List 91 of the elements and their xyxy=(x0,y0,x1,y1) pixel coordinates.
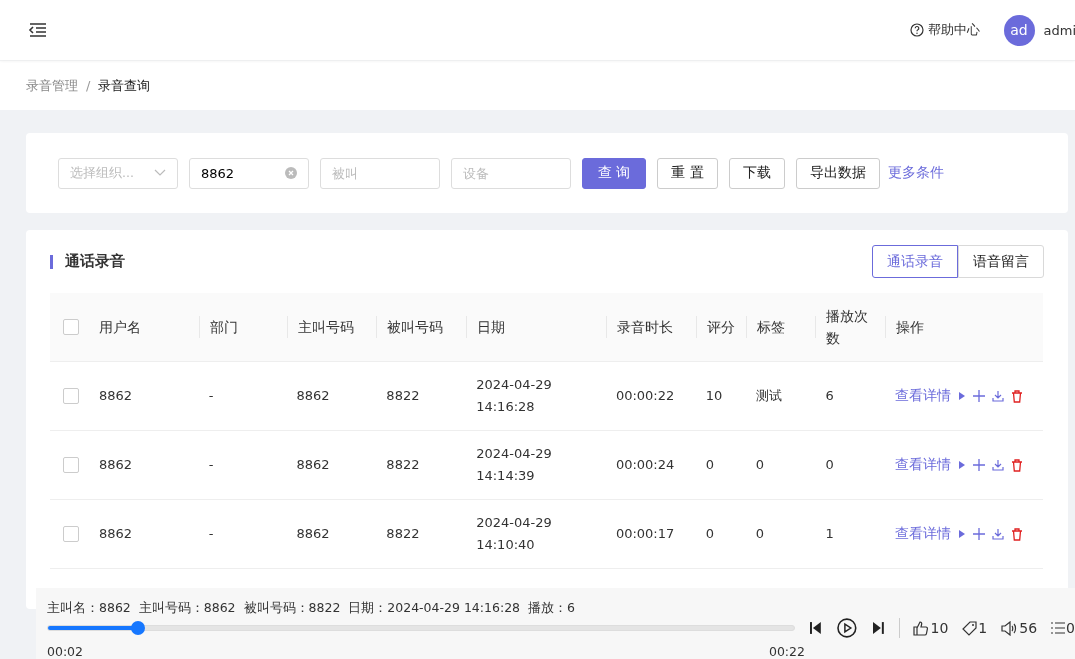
action-button[interactable]: 导出数据 xyxy=(795,157,880,189)
download-icon[interactable] xyxy=(992,390,1005,402)
volume-level[interactable]: 56 xyxy=(1001,620,1038,636)
table-cell-text: 0 xyxy=(705,525,714,543)
table-cell-text: 2024-04-29 14:16:28 xyxy=(476,376,552,416)
breadcrumb-item: 录音查询 xyxy=(98,76,151,95)
column-header: 日期 xyxy=(477,318,506,337)
table-cell-text: 0 xyxy=(825,456,834,474)
breadcrumb-item[interactable]: 录音管理 xyxy=(26,76,78,95)
callee-field[interactable]: 被叫 xyxy=(320,157,440,189)
menu-fold-icon[interactable] xyxy=(28,22,48,38)
column-header: 部门 xyxy=(209,318,238,337)
table-cell-text: 2024-04-29 14:10:40 xyxy=(476,514,552,554)
table-cell-text: - xyxy=(208,387,214,405)
device-field[interactable]: 设备 xyxy=(451,157,571,189)
help-icon xyxy=(909,23,924,37)
help-center-link[interactable]: 帮助中心 xyxy=(909,21,980,39)
select-all-checkbox[interactable] xyxy=(63,319,80,335)
table-cell-text: - xyxy=(208,525,214,543)
column-header: 主叫号码 xyxy=(297,318,354,337)
table-cell-text: 00:00:17 xyxy=(615,525,675,543)
skip-back-icon[interactable] xyxy=(809,621,823,635)
skip-forward-icon[interactable] xyxy=(870,621,885,635)
table-cell-text: 0 xyxy=(705,456,714,474)
row-checkbox[interactable] xyxy=(63,526,80,542)
table-cell-text: 8822 xyxy=(386,456,420,474)
thumbs-up-icon xyxy=(913,620,930,636)
trash-icon[interactable] xyxy=(1011,458,1024,472)
table-cell-text: 8862 xyxy=(98,525,132,543)
column-header: 操作 xyxy=(896,318,925,337)
column-header: 播放次数 xyxy=(826,307,870,348)
total-time: 00:22 xyxy=(768,644,805,659)
trash-icon[interactable] xyxy=(1011,527,1024,541)
action-button[interactable]: 重 置 xyxy=(657,157,718,189)
table-cell-text: 8822 xyxy=(386,525,420,543)
column-header: 用户名 xyxy=(98,318,141,337)
playlist-count[interactable]: 0 xyxy=(1051,620,1075,636)
table-cell-text: 1 xyxy=(825,525,834,543)
table-cell-text: 6 xyxy=(825,387,834,405)
download-icon[interactable] xyxy=(992,459,1005,471)
current-time: 00:02 xyxy=(47,644,84,659)
column-header: 评分 xyxy=(706,318,735,337)
table-cell-text: 00:00:22 xyxy=(615,387,675,405)
view-details-link[interactable]: 查看详情 xyxy=(895,456,952,474)
row-checkbox[interactable] xyxy=(63,388,80,404)
table-cell-text: 8822 xyxy=(386,387,420,405)
column-header: 录音时长 xyxy=(616,318,673,337)
plus-icon[interactable] xyxy=(973,459,986,471)
table-cell-text: 00:00:24 xyxy=(615,456,675,474)
more-filters-link[interactable]: 更多条件 xyxy=(887,164,944,182)
play-icon[interactable] xyxy=(958,391,967,401)
column-header: 标签 xyxy=(756,318,785,337)
row-checkbox[interactable] xyxy=(63,457,80,473)
table-cell-text: 测试 xyxy=(755,387,782,405)
table-cell-text: 2024-04-29 14:14:39 xyxy=(476,445,552,485)
likes-count[interactable]: 10 xyxy=(913,620,949,636)
user-avatar[interactable]: ad xyxy=(1003,14,1035,46)
recording-info: 主叫名：8862 主叫号码：8862 被叫号码：8822 日期：2024-04-29 14:16:28 播放：6 xyxy=(47,600,576,617)
tag-icon xyxy=(962,620,978,636)
table-cell-text: 8862 xyxy=(98,456,132,474)
view-details-link[interactable]: 查看详情 xyxy=(895,387,952,405)
view-details-link[interactable]: 查看详情 xyxy=(895,525,952,543)
column-header: 被叫号码 xyxy=(387,318,444,337)
table-cell-text: 8862 xyxy=(296,525,330,543)
panel-title: 通话录音 xyxy=(65,252,125,271)
list-icon xyxy=(1051,622,1066,634)
progress-thumb[interactable] xyxy=(130,621,145,635)
action-button[interactable]: 下载 xyxy=(728,157,785,189)
trash-icon[interactable] xyxy=(1011,389,1024,403)
table-cell-text: 8862 xyxy=(98,387,132,405)
view-tab[interactable]: 语音留言 xyxy=(958,245,1044,278)
table-cell-text: 0 xyxy=(755,456,764,474)
play-icon[interactable] xyxy=(958,529,967,539)
play-circle-icon[interactable] xyxy=(836,618,857,638)
table-cell-text: 10 xyxy=(705,387,723,405)
play-icon[interactable] xyxy=(958,460,967,470)
chevron-down-icon xyxy=(154,169,166,177)
search-button[interactable]: 查 询 xyxy=(582,157,647,189)
table-cell-text: 8862 xyxy=(296,387,330,405)
tags-count[interactable]: 1 xyxy=(962,620,988,636)
user-name[interactable]: admi xyxy=(1043,22,1075,38)
volume-icon xyxy=(1001,620,1019,636)
breadcrumb-separator: / xyxy=(86,78,91,93)
plus-icon[interactable] xyxy=(973,390,986,402)
view-tab[interactable]: 通话录音 xyxy=(872,245,958,278)
plus-icon[interactable] xyxy=(973,528,986,540)
table-cell-text: 0 xyxy=(755,525,764,543)
download-icon[interactable] xyxy=(992,528,1005,540)
caller-field[interactable]: 8862 xyxy=(189,157,309,189)
table-cell-text: 8862 xyxy=(296,456,330,474)
table-cell-text: - xyxy=(208,456,214,474)
